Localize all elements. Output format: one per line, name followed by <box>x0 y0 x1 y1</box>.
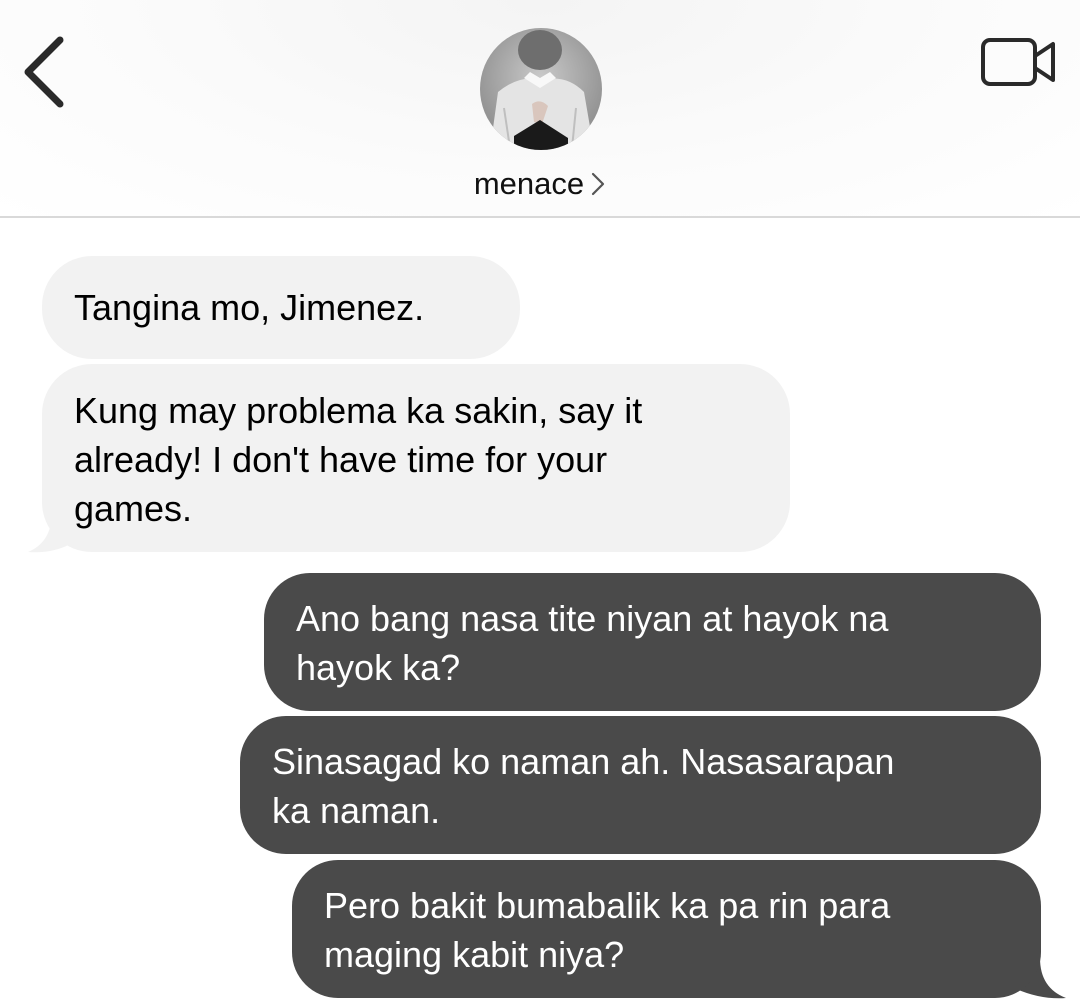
avatar[interactable] <box>480 28 602 150</box>
message-text: Ano bang nasa tite niyan at hayok na hay… <box>296 598 889 688</box>
video-camera-icon <box>981 38 1055 86</box>
chevron-right-icon <box>592 172 605 196</box>
message-text: Tangina mo, Jimenez. <box>74 287 425 328</box>
message-text: Kung may problema ka sakin, say it alrea… <box>74 390 643 529</box>
message-bubble-outgoing[interactable]: Sinasagad ko naman ah. Nasasarapan ka na… <box>240 716 1041 854</box>
video-call-button[interactable] <box>978 34 1062 92</box>
message-bubble-outgoing[interactable]: Ano bang nasa tite niyan at hayok na hay… <box>264 573 1041 711</box>
back-button[interactable] <box>14 30 78 114</box>
contact-name-link[interactable]: menace <box>0 166 1080 202</box>
chevron-left-icon <box>24 36 64 108</box>
message-bubble-incoming[interactable]: Tangina mo, Jimenez. <box>42 256 520 359</box>
message-text: Sinasagad ko naman ah. Nasasarapan ka na… <box>272 741 895 831</box>
contact-name: menace <box>473 166 585 201</box>
message-bubble-outgoing[interactable]: Pero bakit bumabalik ka pa rin para magi… <box>292 860 1041 998</box>
message-bubble-incoming[interactable]: Kung may problema ka sakin, say it alrea… <box>42 364 790 552</box>
avatar-photo <box>480 28 602 150</box>
conversation-header: menace <box>0 0 1080 218</box>
message-text: Pero bakit bumabalik ka pa rin para magi… <box>324 885 891 975</box>
